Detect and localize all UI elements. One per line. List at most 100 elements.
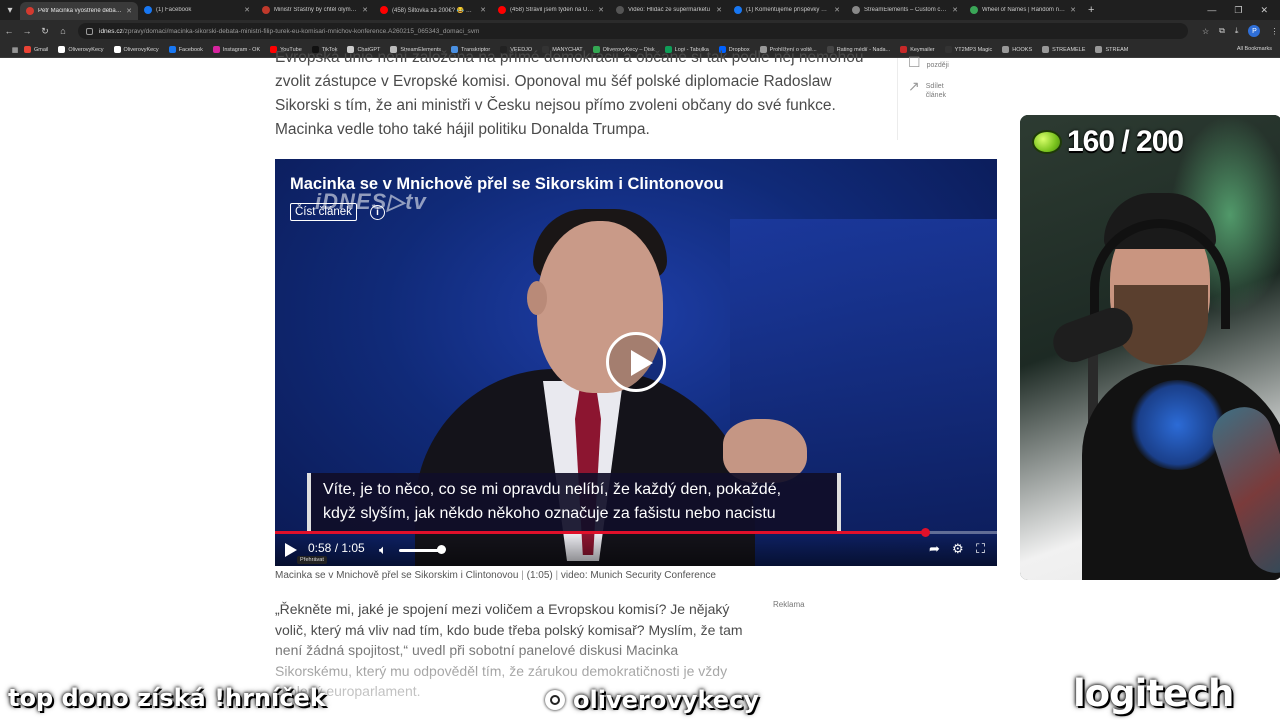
bookmark-favicon-icon <box>900 46 908 53</box>
share-icon: ↗ <box>908 78 920 94</box>
tab-search-icon[interactable]: ▾ <box>0 0 20 20</box>
home-icon[interactable]: ⌂ <box>54 26 72 36</box>
bookmark-item[interactable]: OliverovyKecy <box>58 46 104 53</box>
browser-tab[interactable]: (1) Komentujeme příspěvky dané ✕ <box>728 0 846 20</box>
close-tab-icon[interactable]: ✕ <box>126 7 132 15</box>
settings-gear-icon[interactable]: ⚙ <box>952 541 964 557</box>
save-later-button[interactable]: ☐ později <box>908 55 949 70</box>
instagram-handle-text: oliverovykecy <box>573 686 759 714</box>
bookmark-star-icon[interactable]: ☆ <box>1202 27 1209 36</box>
close-tab-icon[interactable]: ✕ <box>1070 6 1076 14</box>
play-icon[interactable] <box>285 543 297 557</box>
bookmark-favicon-icon <box>58 46 66 53</box>
close-tab-icon[interactable]: ✕ <box>834 6 840 14</box>
address-bar-row: ← → ↻ ⌂ idnes.cz /zpravy/domaci/macinka-… <box>0 20 1280 42</box>
donation-promo: top dono získá !hrníček <box>8 684 326 712</box>
browser-tab[interactable]: Video: Hlídač ze supermarketu ✕ <box>610 0 728 20</box>
tab-favicon-icon <box>734 6 742 14</box>
url-input[interactable]: idnes.cz /zpravy/domaci/macinka-sikorski… <box>78 23 1188 39</box>
play-tooltip: Přehrávat <box>297 556 327 564</box>
play-overlay-button[interactable] <box>606 332 666 392</box>
bookmark-favicon-icon <box>24 46 31 53</box>
tab-title: (1) Facebook <box>156 7 192 13</box>
download-icon[interactable]: ⤓ <box>1235 26 1239 36</box>
tab-favicon-icon <box>262 6 270 14</box>
volume-icon[interactable]: 🔈︎ <box>379 542 387 558</box>
bookmark-item[interactable]: YT2MP3 Magic <box>944 46 992 53</box>
video-progress-bar[interactable] <box>275 528 997 537</box>
extensions-icon[interactable]: ⧉ <box>1219 26 1225 36</box>
share-label: Sdílet článek <box>925 83 946 99</box>
bookmark-label: Instagram - OK <box>222 46 261 53</box>
browser-tab[interactable]: (1) Facebook ✕ <box>138 0 256 20</box>
bookmark-label: Facebook <box>178 46 203 53</box>
volume-handle[interactable] <box>437 545 446 554</box>
maximize-icon[interactable]: ❐ <box>1234 5 1242 16</box>
tab-favicon-icon <box>616 6 624 14</box>
tab-title: Video: Hlídač ze supermarketu <box>628 7 710 13</box>
bookmark-item[interactable]: OliverovyKecy <box>113 46 159 53</box>
subtitle-line: když slyším, jak někdo někoho označuje z… <box>323 505 776 522</box>
progress-handle[interactable] <box>920 528 930 537</box>
caption-video-label: video: <box>560 570 588 581</box>
bookmark-favicon-icon <box>1095 46 1103 53</box>
progress-fill <box>275 531 925 534</box>
all-bookmarks-button[interactable]: All Bookmarks <box>1237 46 1272 52</box>
goal-counter: 160 / 200 <box>1032 125 1184 159</box>
menu-icon[interactable]: ⋮ <box>1270 27 1278 36</box>
goal-counter-text: 160 / 200 <box>1067 125 1184 158</box>
new-tab-button[interactable]: + <box>1082 4 1100 16</box>
bookmark-label: Keymailer <box>910 46 935 53</box>
screen: ▾ Petr Macinka vyostřeně debatoval ✕ (1) F… <box>0 0 1280 720</box>
close-tab-icon[interactable]: ✕ <box>362 6 368 14</box>
bookmark-favicon-icon <box>212 46 220 53</box>
minimize-icon[interactable]: — <box>1207 5 1216 15</box>
close-tab-icon[interactable]: ✕ <box>952 6 958 14</box>
caption-source[interactable]: Munich Security Conference <box>590 570 716 581</box>
video-caption: Macinka se v Mnichově přel se Sikorskim … <box>275 570 716 581</box>
browser-tab[interactable]: Wheel of Names | Random nam ✕ <box>964 0 1082 20</box>
video-subtitles: Víte, je to něco, co se mi opravdu nelíb… <box>307 473 841 531</box>
profile-avatar[interactable]: P <box>1248 25 1261 37</box>
bookmark-label: STREAM <box>1105 46 1129 53</box>
site-info-icon[interactable] <box>86 27 93 35</box>
share-button[interactable]: ↗ Sdílet článek <box>908 78 956 100</box>
reload-icon[interactable]: ↻ <box>36 26 54 37</box>
bookmark-item[interactable]: Instagram - OK <box>212 46 261 53</box>
tab-favicon-icon <box>970 6 978 14</box>
share-video-icon[interactable]: ➦ <box>929 541 940 557</box>
bookmark-item[interactable]: STREAM <box>1095 46 1128 53</box>
close-window-icon[interactable]: ✕ <box>1260 5 1268 16</box>
browser-tab[interactable]: (458) Strávil jsem týden na Ukrajině ✕ <box>492 0 610 20</box>
info-icon[interactable]: i <box>370 205 385 220</box>
browser-tab[interactable]: (458) Šiltovka za 200€? 😂 Chce ✕ <box>374 0 492 20</box>
toolbar-right: ☆ ⧉ ⤓ P ⋮ <box>1202 25 1278 37</box>
bookmark-item[interactable]: HOOKS <box>1002 46 1032 53</box>
video-player[interactable]: iDNES▷tv Macinka se v Mnichově přel se S… <box>275 159 997 566</box>
browser-tab[interactable]: Ministr Šťastný by chtěl olympijské ✕ <box>256 0 374 20</box>
close-tab-icon[interactable]: ✕ <box>598 6 604 14</box>
close-tab-icon[interactable]: ✕ <box>244 6 250 14</box>
bookmark-favicon-icon <box>1042 46 1050 53</box>
fullscreen-icon[interactable]: ⛶ <box>976 541 985 557</box>
bookmark-item[interactable]: Keymailer <box>900 46 935 53</box>
tab-title: Wheel of Names | Random nam <box>982 7 1067 13</box>
bookmark-favicon-icon <box>944 46 952 53</box>
caption-title[interactable]: Macinka se v Mnichově přel se Sikorskim … <box>275 570 518 581</box>
bookmark-item[interactable]: Facebook <box>168 46 203 53</box>
apps-icon[interactable]: ▦ <box>6 46 24 54</box>
close-tab-icon[interactable]: ✕ <box>716 6 722 14</box>
back-icon[interactable]: ← <box>0 26 18 36</box>
bookmark-item[interactable]: Gmail <box>24 46 48 53</box>
bookmark-label: OliverovyKecy <box>123 46 159 53</box>
webcam-overlay: 160 / 200 <box>1020 115 1280 580</box>
close-tab-icon[interactable]: ✕ <box>480 6 486 14</box>
bookmark-item[interactable]: STREAMELE <box>1042 46 1085 53</box>
tab-title: (458) Šiltovka za 200€? 😂 Chce <box>392 7 477 14</box>
browser-tab[interactable]: Petr Macinka vyostřeně debatoval ✕ <box>20 2 138 20</box>
browser-tab[interactable]: StreamElements – Custom com... ✕ <box>846 0 964 20</box>
tab-title: (1) Komentujeme příspěvky dané <box>746 7 831 13</box>
read-article-button[interactable]: Číst článek <box>290 203 357 221</box>
subtitle-line: Víte, je to něco, co se mi opravdu nelíb… <box>323 481 782 498</box>
forward-icon[interactable]: → <box>18 26 36 36</box>
